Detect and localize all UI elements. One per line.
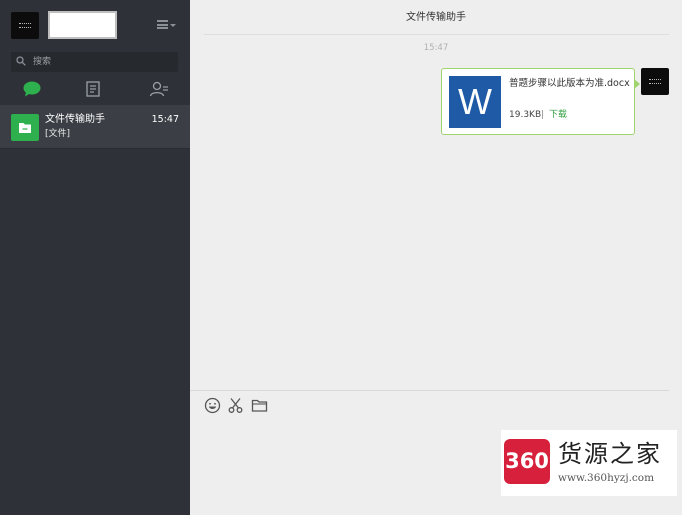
file-name: 普题步骤以此版本为准.docx [509, 78, 630, 89]
chat-name: 文件传输助手 [45, 114, 105, 125]
message-timestamp: 15:47 [423, 43, 449, 53]
file-separator: | [541, 110, 545, 120]
emoji-button[interactable] [204, 397, 221, 414]
watermark-title: 货源之家 [558, 440, 662, 468]
send-file-button[interactable] [251, 397, 268, 414]
watermark-badge: 360 [504, 439, 550, 484]
file-message-bubble[interactable]: W 普题步骤以此版本为准.docx 19.3KB | 下载 [441, 68, 640, 135]
search-input[interactable] [31, 53, 171, 71]
word-file-icon: W [449, 76, 501, 128]
file-size: 19.3KB [509, 110, 542, 120]
conversation-title: 文件传输助手 [406, 12, 466, 23]
emoji-icon [204, 397, 221, 414]
chat-time: 15:47 [151, 114, 179, 125]
watermark-badge-text: 360 [505, 449, 549, 473]
folder-icon [251, 399, 268, 412]
chat-avatar [11, 114, 39, 141]
watermark-url: www.360hyzj.com [558, 472, 655, 484]
search-box[interactable] [11, 52, 178, 72]
input-divider [190, 390, 669, 391]
download-link[interactable]: 下载 [549, 109, 567, 121]
search-icon [16, 56, 26, 66]
chat-bubble-icon [23, 81, 41, 97]
tab-chats[interactable] [22, 80, 42, 100]
message-input[interactable] [200, 420, 490, 505]
contacts-person-icon [149, 81, 168, 97]
contacts-book-icon [86, 81, 100, 97]
nav-tabs [0, 80, 190, 100]
menu-button[interactable] [157, 18, 177, 32]
user-avatar[interactable] [11, 12, 39, 39]
scissors-icon [228, 398, 243, 413]
user-name-box [48, 11, 117, 39]
screenshot-button[interactable] [227, 397, 244, 414]
chat-list-item[interactable]: 文件传输助手 15:47 [文件] [0, 105, 190, 149]
sender-avatar[interactable] [641, 68, 669, 95]
tab-articles[interactable] [85, 80, 105, 100]
sidebar: 文件传输助手 15:47 [文件] [0, 0, 190, 515]
chat-preview: [文件] [45, 129, 71, 139]
tab-contacts[interactable] [149, 80, 169, 100]
folder-icon [19, 123, 31, 133]
title-divider [204, 34, 669, 35]
menu-icon [157, 20, 168, 29]
watermark: 360 货源之家 www.360hyzj.com [501, 430, 677, 496]
chevron-down-icon [170, 24, 176, 27]
